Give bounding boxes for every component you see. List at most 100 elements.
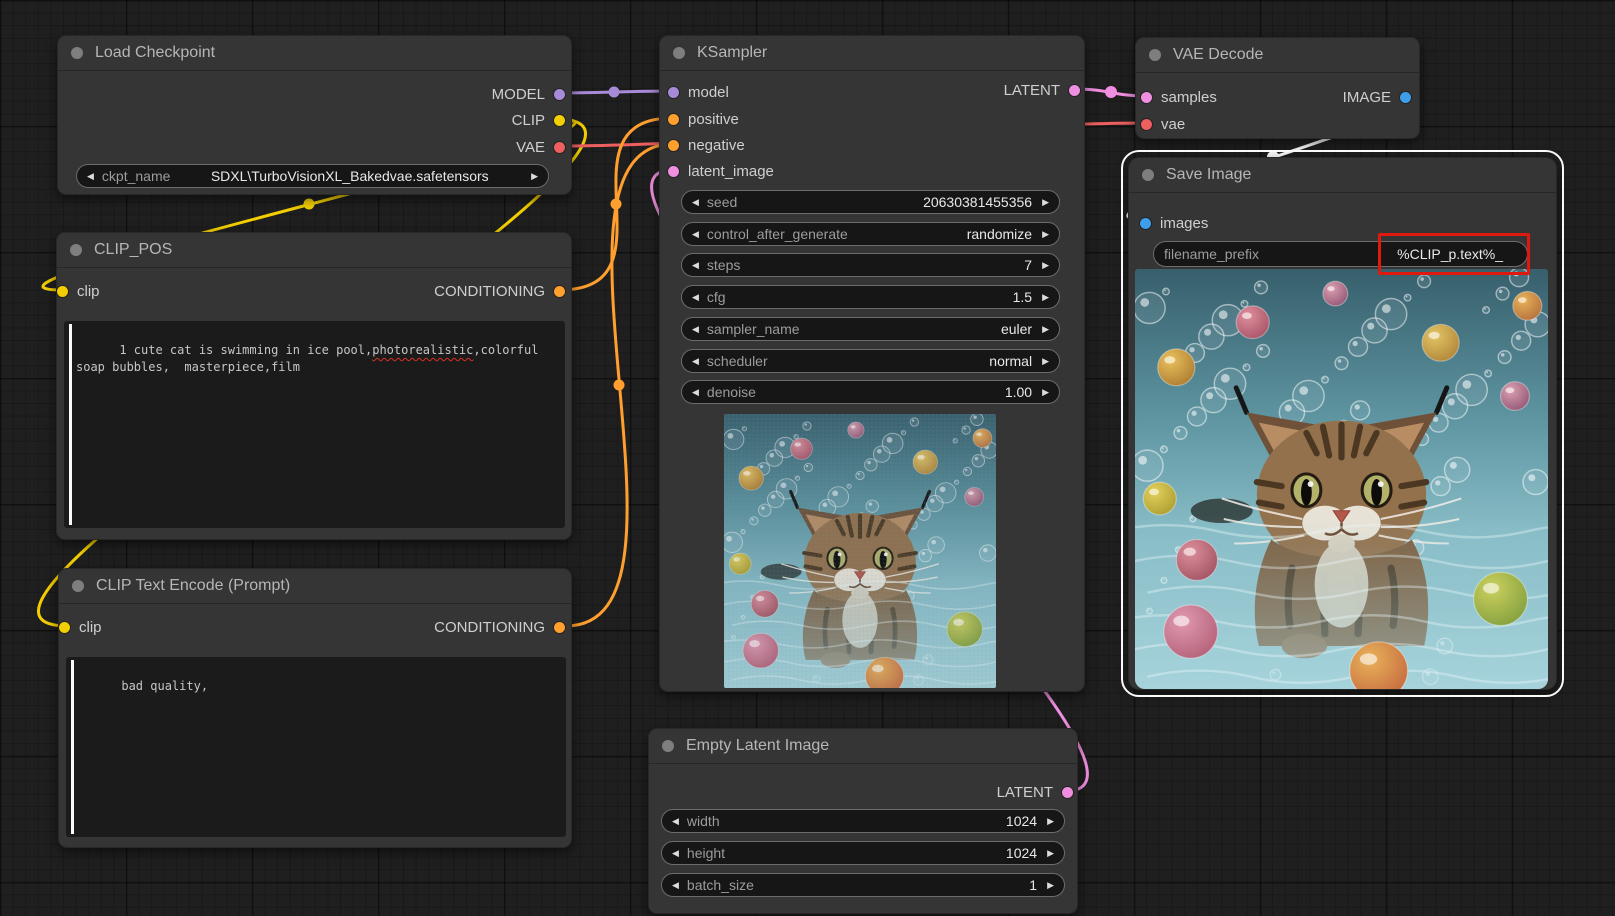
next-arrow-icon[interactable]: ▶ (1042, 292, 1049, 302)
link-dot-positive (610, 198, 622, 210)
image-output-socket[interactable] (1400, 91, 1411, 103)
prev-arrow-icon[interactable]: ◀ (692, 292, 699, 302)
prev-arrow-icon[interactable]: ◀ (672, 848, 679, 858)
widget-value[interactable]: 1.00 (1005, 384, 1034, 400)
samples-input-socket[interactable] (1141, 91, 1152, 103)
prev-arrow-icon[interactable]: ◀ (672, 880, 679, 890)
link-dot-model (608, 86, 620, 98)
seed-widget[interactable]: ◀ seed 20630381455356 ▶ (681, 190, 1060, 214)
batch-size-widget[interactable]: ◀ batch_size 1 ▶ (661, 873, 1065, 897)
latent-input-socket[interactable] (668, 165, 679, 177)
widget-value[interactable]: 1024 (1006, 813, 1039, 829)
slot-label: images (1160, 214, 1209, 232)
collapse-dot-icon[interactable] (71, 47, 83, 59)
denoise-widget[interactable]: ◀ denoise 1.00 ▶ (681, 380, 1060, 404)
next-arrow-icon[interactable]: ▶ (1042, 229, 1049, 239)
collapse-dot-icon[interactable] (72, 580, 84, 592)
prev-arrow-icon[interactable]: ◀ (692, 356, 699, 366)
ckpt-name-widget[interactable]: ◀ ckpt_name SDXL\TurboVisionXL_Bakedvae.… (76, 164, 549, 188)
node-vae-decode[interactable]: VAE Decode samples vae IMAGE (1135, 37, 1420, 139)
positive-input-socket[interactable] (668, 113, 679, 125)
node-clip-pos[interactable]: CLIP_POS clip CONDITIONING 1 cute cat is… (56, 232, 572, 540)
prev-arrow-icon[interactable]: ◀ (692, 324, 699, 334)
clip-output-socket[interactable] (554, 114, 565, 126)
next-arrow-icon[interactable]: ▶ (1042, 197, 1049, 207)
ksampler-preview-image (724, 414, 996, 688)
steps-widget[interactable]: ◀ steps 7 ▶ (681, 253, 1060, 277)
clip-input-socket[interactable] (59, 621, 70, 633)
slot-label: CONDITIONING (434, 282, 545, 300)
widget-value[interactable]: 7 (1024, 257, 1034, 273)
save-image-preview (1135, 269, 1548, 689)
collapse-dot-icon[interactable] (673, 47, 685, 59)
node-header[interactable]: Save Image (1129, 158, 1556, 193)
prev-arrow-icon[interactable]: ◀ (87, 171, 94, 181)
node-title: VAE Decode (1173, 46, 1264, 63)
prev-arrow-icon[interactable]: ◀ (692, 260, 699, 270)
positive-prompt-textarea[interactable]: 1 cute cat is swimming in ice pool,photo… (64, 321, 565, 528)
conditioning-output-socket[interactable] (554, 621, 565, 633)
node-load-checkpoint[interactable]: Load Checkpoint MODEL CLIP VAE ◀ ckpt_na… (57, 35, 572, 195)
collapse-dot-icon[interactable] (1149, 49, 1161, 61)
node-graph-canvas[interactable]: Load Checkpoint MODEL CLIP VAE ◀ ckpt_na… (0, 0, 1615, 916)
node-header[interactable]: Empty Latent Image (649, 729, 1077, 764)
prev-arrow-icon[interactable]: ◀ (692, 387, 699, 397)
widget-value[interactable]: 20630381455356 (923, 194, 1034, 210)
next-arrow-icon[interactable]: ▶ (531, 171, 538, 181)
node-header[interactable]: VAE Decode (1136, 38, 1419, 73)
widget-value[interactable]: normal (989, 353, 1034, 369)
control-after-generate-widget[interactable]: ◀ control_after_generate randomize ▶ (681, 222, 1060, 246)
next-arrow-icon[interactable]: ▶ (1047, 880, 1054, 890)
node-header[interactable]: CLIP_POS (57, 233, 571, 268)
next-arrow-icon[interactable]: ▶ (1042, 324, 1049, 334)
negative-input-socket[interactable] (668, 139, 679, 151)
collapse-dot-icon[interactable] (662, 740, 674, 752)
slot-label: LATENT (1003, 81, 1060, 99)
prev-arrow-icon[interactable]: ◀ (692, 197, 699, 207)
conditioning-output-socket[interactable] (554, 285, 565, 297)
scheduler-widget[interactable]: ◀ scheduler normal ▶ (681, 349, 1060, 373)
widget-value[interactable]: euler (1001, 321, 1034, 337)
node-ksampler[interactable]: KSampler model positive negative latent_… (659, 35, 1085, 692)
widget-value[interactable]: 1.5 (1013, 289, 1034, 305)
images-input-socket[interactable] (1140, 217, 1151, 229)
input-model: model (668, 82, 729, 102)
next-arrow-icon[interactable]: ▶ (1042, 356, 1049, 366)
model-input-socket[interactable] (668, 86, 679, 98)
vae-output-socket[interactable] (554, 141, 565, 153)
widget-value[interactable]: 1024 (1006, 845, 1039, 861)
widget-value[interactable]: 1 (1029, 877, 1039, 893)
latent-output-socket[interactable] (1062, 786, 1073, 798)
node-header[interactable]: KSampler (660, 36, 1084, 71)
prev-arrow-icon[interactable]: ◀ (692, 229, 699, 239)
collapse-dot-icon[interactable] (70, 244, 82, 256)
node-empty-latent[interactable]: Empty Latent Image LATENT ◀ width 1024 ▶… (648, 728, 1078, 914)
vae-input-socket[interactable] (1141, 118, 1152, 130)
next-arrow-icon[interactable]: ▶ (1047, 816, 1054, 826)
widget-value[interactable]: randomize (967, 226, 1034, 242)
widget-label: filename_prefix (1164, 246, 1259, 262)
negative-prompt-textarea[interactable]: bad quality, (66, 657, 566, 837)
sampler-name-widget[interactable]: ◀ sampler_name euler ▶ (681, 317, 1060, 341)
collapse-dot-icon[interactable] (1142, 169, 1154, 181)
prev-arrow-icon[interactable]: ◀ (672, 816, 679, 826)
model-output-socket[interactable] (554, 88, 565, 100)
slot-label: negative (688, 136, 745, 154)
height-widget[interactable]: ◀ height 1024 ▶ (661, 841, 1065, 865)
widget-value[interactable]: SDXL\TurboVisionXL_Bakedvae.safetensors (178, 168, 523, 184)
cfg-widget[interactable]: ◀ cfg 1.5 ▶ (681, 285, 1060, 309)
width-widget[interactable]: ◀ width 1024 ▶ (661, 809, 1065, 833)
clip-input-socket[interactable] (57, 285, 68, 297)
widget-label: height (686, 845, 726, 861)
annotation-red-box (1378, 233, 1530, 275)
latent-output-socket[interactable] (1069, 84, 1080, 96)
next-arrow-icon[interactable]: ▶ (1047, 848, 1054, 858)
node-header[interactable]: Load Checkpoint (58, 36, 571, 71)
next-arrow-icon[interactable]: ▶ (1042, 387, 1049, 397)
node-clip-neg[interactable]: CLIP Text Encode (Prompt) clip CONDITION… (58, 568, 572, 848)
next-arrow-icon[interactable]: ▶ (1042, 260, 1049, 270)
node-title: Save Image (1166, 166, 1252, 183)
input-positive: positive (668, 109, 739, 129)
slot-label: positive (688, 110, 739, 128)
node-header[interactable]: CLIP Text Encode (Prompt) (59, 569, 571, 604)
